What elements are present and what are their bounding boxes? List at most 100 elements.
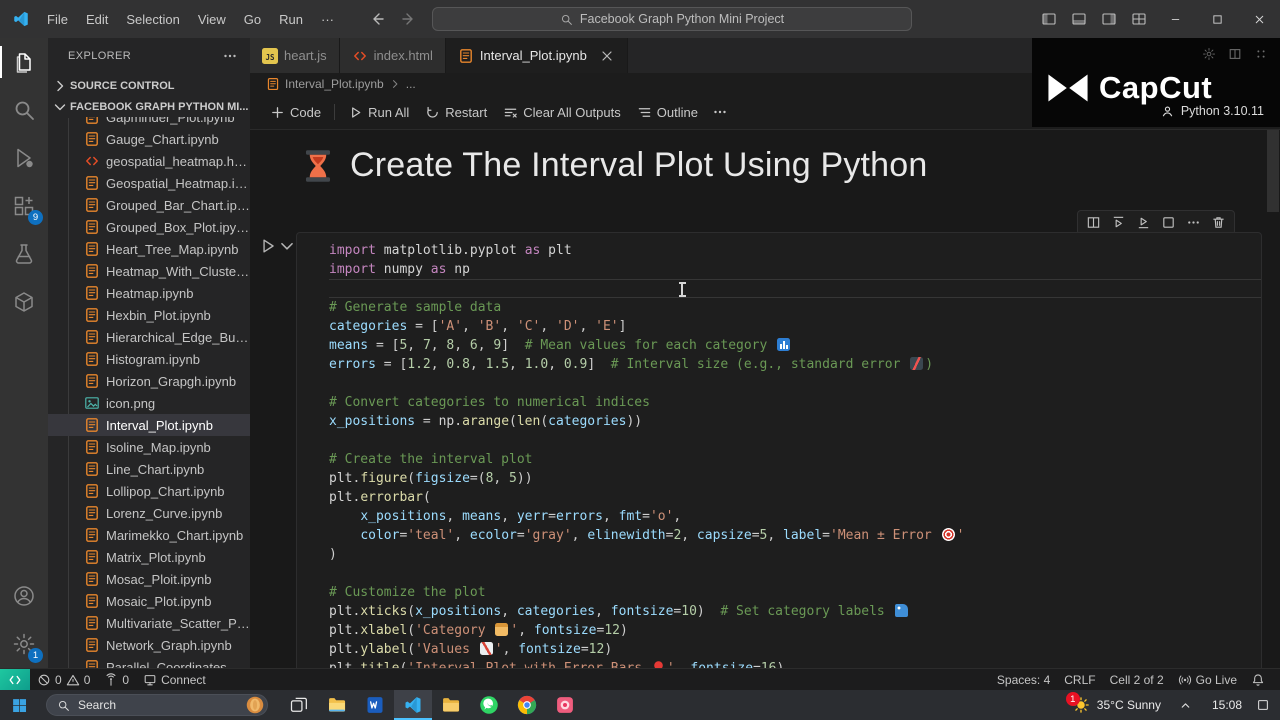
file-item[interactable]: Parallel_Coordinates_Pl... [48, 656, 250, 668]
file-item[interactable]: Lollipop_Chart.ipynb [48, 480, 250, 502]
minimize-button[interactable] [1154, 0, 1196, 38]
forward-icon[interactable] [401, 11, 417, 27]
split-cell-icon[interactable] [1082, 212, 1105, 233]
file-item[interactable]: Multivariate_Scatter_Pl... [48, 612, 250, 634]
file-item[interactable]: Gapminder_Plot.ipynb [48, 117, 250, 128]
code-line[interactable]: plt.xlabel('Category ', fontsize=12) [329, 621, 1261, 640]
file-item[interactable]: Matrix_Plot.ipynb [48, 546, 250, 568]
more-actions-icon[interactable] [1182, 212, 1205, 233]
taskbar-task-view[interactable] [280, 690, 318, 720]
file-item[interactable]: Heart_Tree_Map.ipynb [48, 238, 250, 260]
code-line[interactable]: # Customize the plot [329, 583, 1261, 602]
connect-button[interactable]: Connect [136, 669, 213, 690]
code-line[interactable]: means = [5, 7, 8, 6, 9] # Mean values fo… [329, 336, 1261, 355]
section-project-folder[interactable]: FACEBOOK GRAPH PYTHON MI... [48, 96, 250, 118]
code-line[interactable]: plt.errorbar( [329, 488, 1261, 507]
activity-settings[interactable]: 1 [0, 620, 48, 668]
code-line[interactable]: plt.xticks(x_positions, categories, font… [329, 602, 1261, 621]
taskbar-whatsapp[interactable] [470, 690, 508, 720]
menu-overflow[interactable]: ··· [312, 9, 343, 30]
file-item[interactable]: Grouped_Bar_Chart.ipy... [48, 194, 250, 216]
run-above-icon[interactable] [1107, 212, 1130, 233]
remote-indicator[interactable] [0, 669, 30, 690]
toggle-panel-icon[interactable] [1064, 0, 1094, 38]
cell-indicator[interactable]: Cell 2 of 2 [1103, 669, 1171, 690]
notification-center-icon[interactable] [1256, 698, 1270, 712]
toggle-secondary-sidebar-icon[interactable] [1094, 0, 1124, 38]
customize-layout-icon[interactable] [1124, 0, 1154, 38]
run-all-button[interactable]: Run All [340, 99, 417, 125]
notifications-bell[interactable] [1244, 669, 1272, 690]
file-item[interactable]: Hierarchical_Edge_Bun... [48, 326, 250, 348]
tab-heart.js[interactable]: JS heart.js [250, 38, 340, 73]
file-item[interactable]: Network_Graph.ipynb [48, 634, 250, 656]
start-button[interactable] [0, 690, 38, 720]
code-line[interactable]: ) [329, 545, 1261, 564]
file-item[interactable]: Line_Chart.ipynb [48, 458, 250, 480]
file-item[interactable]: geospatial_heatmap.html [48, 150, 250, 172]
taskbar-clock[interactable]: 15:08 [1200, 698, 1254, 712]
file-item[interactable]: icon.png [48, 392, 250, 414]
activity-extensions[interactable]: 9 [0, 182, 48, 230]
markdown-cell[interactable]: Create The Interval Plot Using Python [300, 146, 928, 185]
eol-indicator[interactable]: CRLF [1057, 669, 1102, 690]
run-below-icon[interactable] [1132, 212, 1155, 233]
taskbar-photos[interactable] [546, 690, 584, 720]
code-line[interactable]: # Create the interval plot [329, 450, 1261, 469]
code-line[interactable]: categories = ['A', 'B', 'C', 'D', 'E'] [329, 317, 1261, 336]
file-item[interactable]: Gauge_Chart.ipynb [48, 128, 250, 150]
code-line[interactable]: import numpy as np [329, 260, 1261, 279]
file-item[interactable]: Isoline_Map.ipynb [48, 436, 250, 458]
taskbar-file-explorer[interactable] [318, 690, 356, 720]
taskbar-vscode[interactable] [394, 690, 432, 720]
close-window-button[interactable] [1238, 0, 1280, 38]
code-line[interactable] [329, 564, 1261, 583]
file-item[interactable]: Marimekko_Chart.ipynb [48, 524, 250, 546]
code-line[interactable]: x_positions = np.arange(len(categories)) [329, 412, 1261, 431]
taskbar-folder[interactable] [432, 690, 470, 720]
taskbar-chrome[interactable] [508, 690, 546, 720]
toolbar-more-icon[interactable] [712, 104, 728, 120]
tab-Interval_Plot.ipynb[interactable]: Interval_Plot.ipynb [445, 38, 628, 73]
file-item[interactable]: Mosac_Ploit.ipynb [48, 568, 250, 590]
sidebar-more-icon[interactable] [222, 48, 238, 64]
add-code-cell-button[interactable]: Code [262, 99, 329, 125]
activity-package[interactable] [0, 278, 48, 326]
ports-indicator[interactable]: 0 [97, 669, 136, 690]
menu-run[interactable]: Run [270, 9, 312, 30]
code-line[interactable]: x_positions, means, yerr=errors, fmt='o'… [329, 507, 1261, 526]
taskbar-search[interactable]: Search [46, 694, 268, 716]
file-item[interactable]: Grouped_Box_Plot.ipynb [48, 216, 250, 238]
taskbar-word[interactable] [356, 690, 394, 720]
code-line[interactable]: plt.title('Interval Plot with Error Bars… [329, 659, 1261, 668]
collapse-cell-icon[interactable] [278, 237, 296, 255]
code-line[interactable]: # Convert categories to numerical indice… [329, 393, 1261, 412]
activity-run-debug[interactable] [0, 134, 48, 182]
edit-in-editor-icon[interactable] [1157, 212, 1180, 233]
activity-testing[interactable] [0, 230, 48, 278]
hidden-icons-chevron[interactable] [1179, 699, 1192, 712]
code-line[interactable] [329, 431, 1261, 450]
code-area[interactable]: import matplotlib.pyplot as plt import nu… [297, 233, 1261, 668]
code-line[interactable] [329, 279, 1261, 298]
code-line[interactable]: # Generate sample data [329, 298, 1261, 317]
menu-view[interactable]: View [189, 9, 235, 30]
indentation-indicator[interactable]: Spaces: 4 [990, 669, 1057, 690]
code-line[interactable]: plt.figure(figsize=(8, 5)) [329, 469, 1261, 488]
menu-edit[interactable]: Edit [77, 9, 117, 30]
file-item[interactable]: Histogram.ipynb [48, 348, 250, 370]
code-line[interactable]: plt.ylabel('Values ', fontsize=12) [329, 640, 1261, 659]
file-item[interactable]: Hexbin_Plot.ipynb [48, 304, 250, 326]
scrollbar-thumb[interactable] [1267, 130, 1279, 212]
maximize-button[interactable] [1196, 0, 1238, 38]
kernel-picker[interactable]: Python 3.10.11 [1160, 98, 1264, 124]
code-line[interactable] [329, 374, 1261, 393]
menu-selection[interactable]: Selection [117, 9, 188, 30]
delete-cell-icon[interactable] [1207, 212, 1230, 233]
clear-outputs-button[interactable]: Clear All Outputs [495, 99, 629, 125]
menu-go[interactable]: Go [235, 9, 270, 30]
file-item[interactable]: Horizon_Grapgh.ipynb [48, 370, 250, 392]
file-item[interactable]: Geospatial_Heatmap.ip... [48, 172, 250, 194]
activity-search[interactable] [0, 86, 48, 134]
command-center[interactable]: Facebook Graph Python Mini Project [432, 7, 912, 31]
